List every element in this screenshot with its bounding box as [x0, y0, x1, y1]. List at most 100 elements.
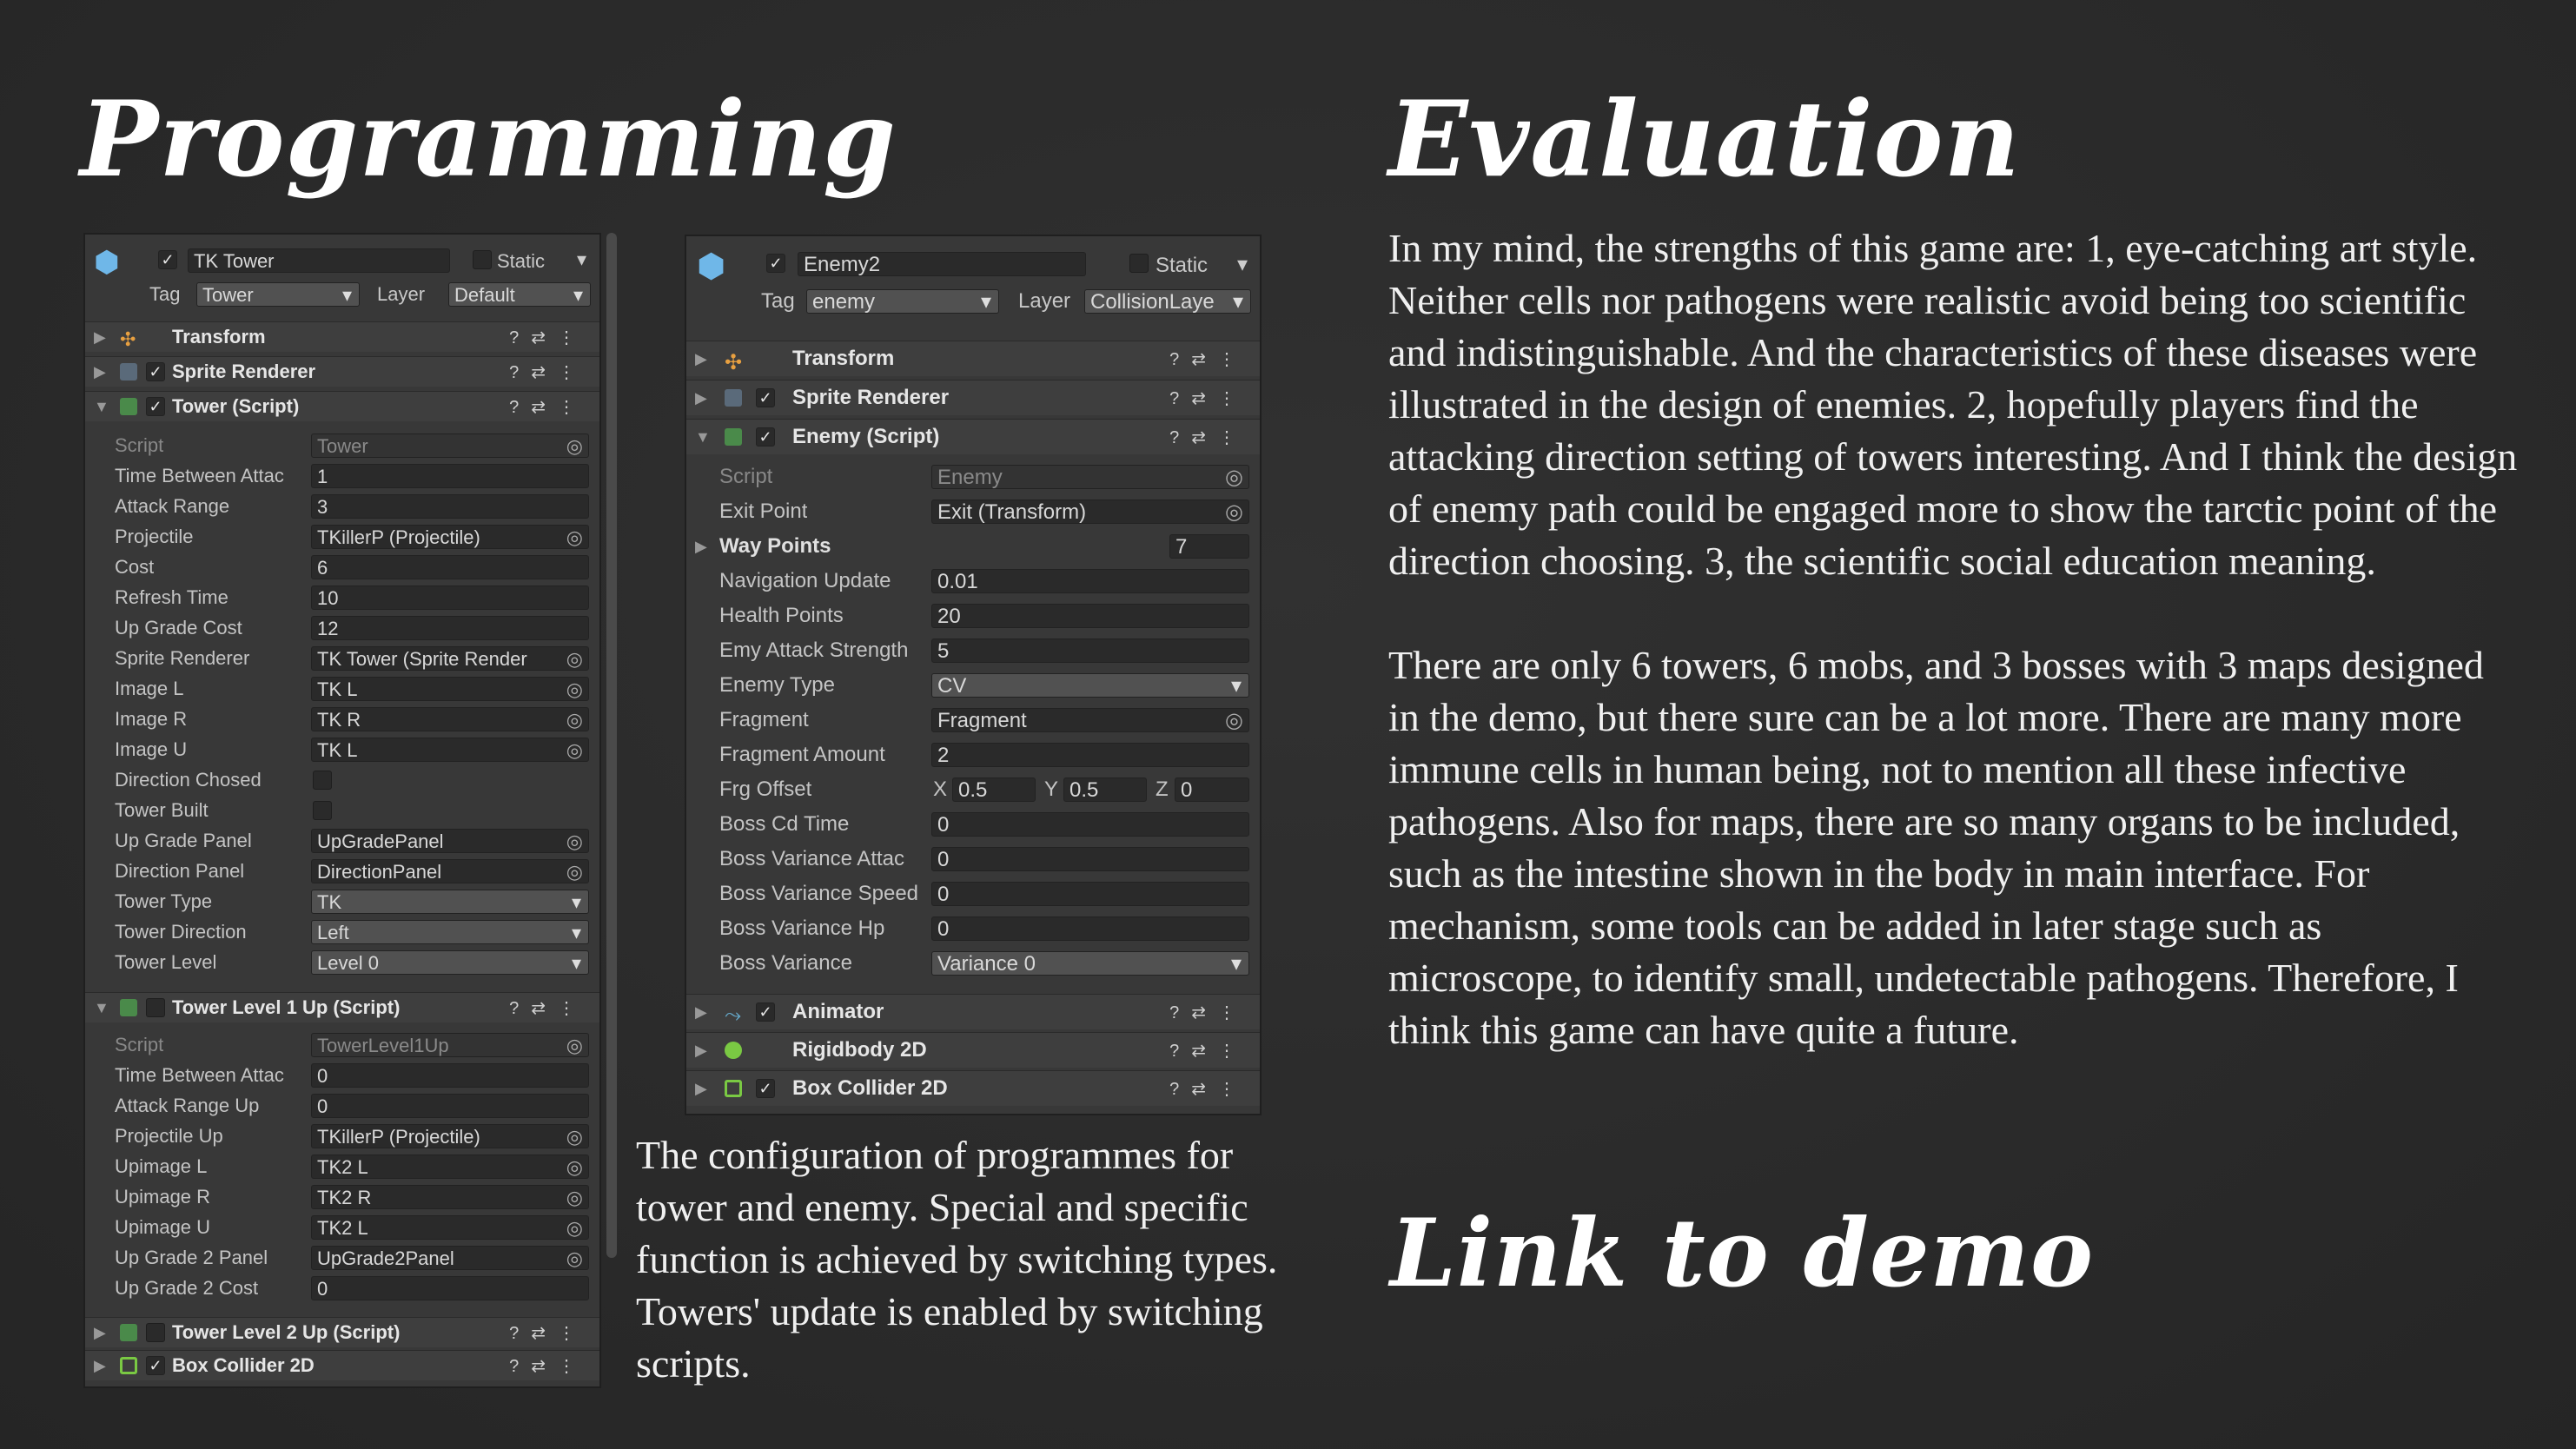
component-tools-icon[interactable]: ?⇄⋮ [1169, 427, 1248, 448]
inspector-scrollbar[interactable] [606, 233, 617, 1258]
component-tools-icon[interactable]: ?⇄⋮ [509, 361, 587, 383]
component-enabled-checkbox[interactable]: ✓ [756, 1079, 775, 1098]
enemy-type-dropdown[interactable]: CV [931, 673, 1249, 698]
frg-offset-x-input[interactable]: 0.5 [952, 777, 1036, 802]
value-input[interactable]: 12 [311, 616, 589, 640]
component-enabled-checkbox[interactable] [146, 998, 165, 1017]
expand-arrow-icon[interactable]: ▶ [94, 1324, 106, 1342]
component-box-collider[interactable]: ▶ ✓ Box Collider 2D ?⇄⋮ [85, 1350, 599, 1380]
static-dropdown-icon[interactable]: ▾ [1237, 252, 1248, 277]
component-tools-icon[interactable]: ?⇄⋮ [1169, 387, 1248, 409]
layer-dropdown[interactable]: CollisionLaye [1084, 289, 1251, 314]
object-field[interactable]: TK R [311, 707, 589, 731]
expand-arrow-icon[interactable]: ▶ [94, 363, 106, 381]
expand-arrow-icon[interactable]: ▶ [94, 328, 106, 347]
frg-offset-y-input[interactable]: 0.5 [1063, 777, 1147, 802]
value-input[interactable]: 0 [931, 847, 1249, 871]
expand-arrow-icon[interactable]: ▶ [695, 350, 707, 368]
object-field[interactable]: TK2 R [311, 1185, 589, 1209]
expand-arrow-icon[interactable]: ▶ [695, 389, 707, 407]
tower-direction-dropdown[interactable]: Left [311, 920, 589, 944]
component-tower-level1[interactable]: ▼ Tower Level 1 Up (Script) ?⇄⋮ [85, 992, 599, 1022]
expand-arrow-icon[interactable]: ▶ [695, 538, 707, 556]
expand-arrow-icon[interactable]: ▶ [695, 1003, 707, 1022]
component-tower-script[interactable]: ▼ ✓ Tower (Script) ?⇄⋮ [85, 391, 599, 421]
active-checkbox[interactable]: ✓ [158, 250, 177, 269]
tag-dropdown[interactable]: Tower [196, 282, 360, 307]
component-tools-icon[interactable]: ?⇄⋮ [1169, 348, 1248, 370]
field-row[interactable]: ▶ Way Points 7 [686, 532, 1260, 561]
object-field[interactable]: TK L [311, 738, 589, 762]
collapse-arrow-icon[interactable]: ▼ [94, 398, 109, 416]
value-input[interactable]: 1 [311, 464, 589, 488]
component-tools-icon[interactable]: ?⇄⋮ [1169, 1002, 1248, 1023]
value-input[interactable]: 6 [311, 555, 589, 579]
component-tools-icon[interactable]: ?⇄⋮ [1169, 1040, 1248, 1062]
component-tower-level2[interactable]: ▶ Tower Level 2 Up (Script) ?⇄⋮ [85, 1317, 599, 1347]
component-tools-icon[interactable]: ?⇄⋮ [1169, 1078, 1248, 1100]
object-field[interactable]: Exit (Transform) [931, 500, 1249, 524]
component-enabled-checkbox[interactable]: ✓ [756, 388, 775, 407]
object-field[interactable]: TK L [311, 677, 589, 701]
collapse-arrow-icon[interactable]: ▼ [695, 428, 711, 447]
component-enabled-checkbox[interactable]: ✓ [756, 1002, 775, 1022]
frg-offset-z-input[interactable]: 0 [1175, 777, 1249, 802]
tower-level-dropdown[interactable]: Level 0 [311, 950, 589, 975]
static-checkbox[interactable] [473, 250, 492, 269]
boss-variance-dropdown[interactable]: Variance 0 [931, 951, 1249, 976]
tower-type-dropdown[interactable]: TK [311, 890, 589, 914]
heading-link-to-demo[interactable]: Link to demo [1390, 1199, 2094, 1308]
collapse-arrow-icon[interactable]: ▼ [94, 999, 109, 1017]
component-sprite-renderer[interactable]: ▶ ✓ Sprite Renderer ?⇄⋮ [85, 356, 599, 387]
value-input[interactable]: 0 [311, 1276, 589, 1300]
object-field[interactable]: UpGradePanel [311, 829, 589, 853]
value-input[interactable]: 2 [931, 743, 1249, 767]
value-input[interactable]: 0 [311, 1063, 589, 1088]
object-field[interactable]: TKillerP (Projectile) [311, 525, 589, 549]
way-points-size-input[interactable]: 7 [1169, 534, 1249, 559]
component-enabled-checkbox[interactable] [146, 1323, 165, 1342]
expand-arrow-icon[interactable]: ▶ [695, 1080, 707, 1098]
component-transform[interactable]: ▶ ✣ Transform ?⇄⋮ [85, 321, 599, 352]
active-checkbox[interactable]: ✓ [766, 254, 785, 273]
value-input[interactable]: 0.01 [931, 569, 1249, 593]
direction-chosed-checkbox[interactable] [313, 771, 332, 790]
object-field[interactable]: TK Tower (Sprite Render [311, 646, 589, 671]
component-animator[interactable]: ▶ ⤳ ✓ Animator ?⇄⋮ [686, 994, 1260, 1029]
value-input[interactable]: 0 [311, 1094, 589, 1118]
value-input[interactable]: 0 [931, 882, 1249, 906]
component-tools-icon[interactable]: ?⇄⋮ [509, 396, 587, 418]
component-rigidbody[interactable]: ▶ Rigidbody 2D ?⇄⋮ [686, 1032, 1260, 1068]
value-input[interactable]: 10 [311, 586, 589, 610]
static-dropdown-icon[interactable]: ▾ [577, 248, 586, 271]
value-input[interactable]: 3 [311, 494, 589, 519]
layer-dropdown[interactable]: Default [448, 282, 591, 307]
value-input[interactable]: 0 [931, 812, 1249, 837]
value-input[interactable]: 0 [931, 916, 1249, 941]
component-tools-icon[interactable]: ?⇄⋮ [509, 327, 587, 348]
static-checkbox[interactable] [1129, 254, 1149, 273]
component-enabled-checkbox[interactable]: ✓ [146, 1356, 165, 1375]
expand-arrow-icon[interactable]: ▶ [695, 1042, 707, 1060]
object-name-field[interactable]: Enemy2 [798, 252, 1086, 276]
component-enabled-checkbox[interactable]: ✓ [756, 427, 775, 447]
component-tools-icon[interactable]: ?⇄⋮ [509, 1322, 587, 1344]
object-field[interactable]: TK2 L [311, 1215, 589, 1240]
component-enabled-checkbox[interactable]: ✓ [146, 362, 165, 381]
object-field[interactable]: DirectionPanel [311, 859, 589, 883]
component-transform[interactable]: ▶ ✣ Transform ?⇄⋮ [686, 341, 1260, 376]
expand-arrow-icon[interactable]: ▶ [94, 1357, 106, 1375]
component-tools-icon[interactable]: ?⇄⋮ [509, 997, 587, 1019]
tower-built-checkbox[interactable] [313, 801, 332, 820]
object-field[interactable]: UpGrade2Panel [311, 1246, 589, 1270]
component-enemy-script[interactable]: ▼ ✓ Enemy (Script) ?⇄⋮ [686, 419, 1260, 454]
value-input[interactable]: 5 [931, 638, 1249, 663]
object-field[interactable]: TK2 L [311, 1155, 589, 1179]
component-enabled-checkbox[interactable]: ✓ [146, 397, 165, 416]
object-field[interactable]: Fragment [931, 708, 1249, 732]
component-box-collider[interactable]: ▶ ✓ Box Collider 2D ?⇄⋮ [686, 1070, 1260, 1106]
tag-dropdown[interactable]: enemy [806, 289, 999, 314]
value-input[interactable]: 20 [931, 604, 1249, 628]
component-tools-icon[interactable]: ?⇄⋮ [509, 1355, 587, 1377]
object-field[interactable]: TKillerP (Projectile) [311, 1124, 589, 1148]
